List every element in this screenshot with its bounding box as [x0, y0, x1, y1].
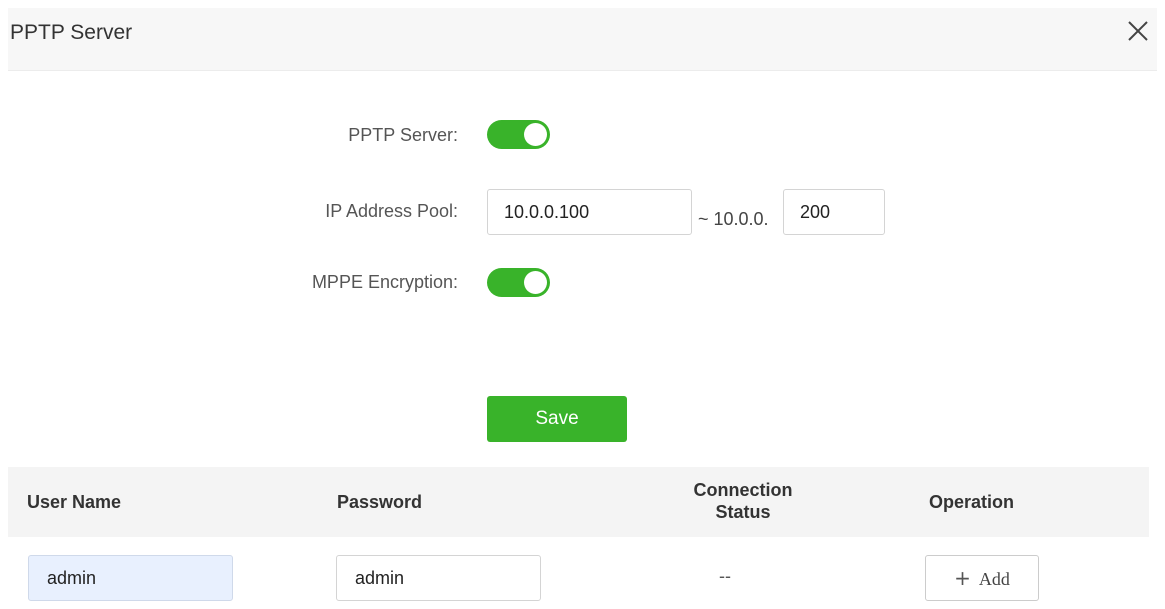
column-header-password: Password — [337, 492, 423, 512]
close-icon — [1128, 21, 1148, 41]
connection-status-value: -- — [719, 566, 731, 586]
connection-status-line2: Status — [715, 502, 771, 522]
plus-icon: + — [954, 566, 971, 590]
dialog-header: PPTP Server — [8, 8, 1157, 71]
close-button[interactable] — [1125, 18, 1151, 44]
add-user-button[interactable]: + Add — [925, 555, 1039, 601]
column-header-operation: Operation — [929, 492, 1015, 512]
ip-pool-end-input[interactable]: 200 — [783, 189, 885, 235]
add-button-label: Add — [978, 569, 1010, 589]
dialog-title: PPTP Server — [10, 21, 133, 44]
mppe-encryption-label: MPPE Encryption: — [311, 272, 458, 292]
mppe-encryption-toggle[interactable] — [487, 268, 550, 297]
column-header-connection-status: Connection Status — [658, 479, 828, 523]
pptp-server-label: PPTP Server: — [348, 125, 458, 145]
connection-status-line1: Connection — [693, 480, 793, 500]
ip-address-pool-label: IP Address Pool: — [325, 201, 458, 221]
ip-pool-separator: ~ 10.0.0. — [698, 209, 769, 229]
password-input[interactable]: admin — [336, 555, 541, 601]
ip-pool-start-input[interactable]: 10.0.0.100 — [487, 189, 692, 235]
toggle-knob — [524, 123, 547, 146]
pptp-server-toggle[interactable] — [487, 120, 550, 149]
toggle-knob — [524, 271, 547, 294]
column-header-user-name: User Name — [27, 492, 122, 512]
user-name-input[interactable]: admin — [28, 555, 233, 601]
pptp-server-dialog: PPTP Server PPTP Server: IP Address Pool… — [8, 8, 1157, 609]
users-table-header: User Name Password Connection Status Ope… — [8, 467, 1149, 537]
save-button[interactable]: Save — [487, 396, 627, 442]
